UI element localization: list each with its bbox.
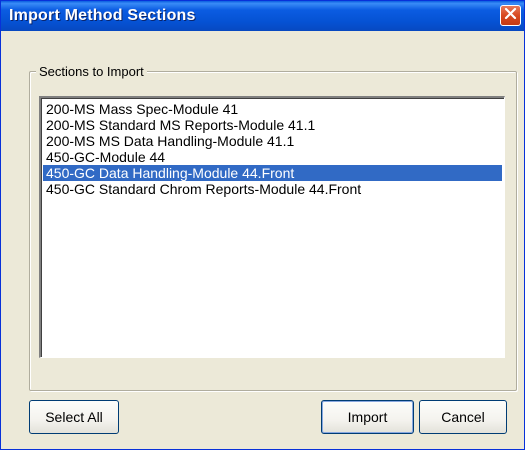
groupbox-legend: Sections to Import — [36, 64, 147, 79]
cancel-button[interactable]: Cancel — [419, 400, 507, 434]
import-button[interactable]: Import — [321, 400, 414, 434]
list-item[interactable]: 200-MS MS Data Handling-Module 41.1 — [43, 133, 502, 149]
select-all-button[interactable]: Select All — [29, 400, 119, 434]
list-item[interactable]: 450-GC-Module 44 — [43, 149, 502, 165]
list-item-selected[interactable]: 450-GC Data Handling-Module 44.Front — [43, 165, 502, 181]
close-button[interactable] — [500, 5, 521, 26]
import-method-sections-dialog: Import Method Sections Sections to Impor… — [0, 0, 525, 450]
list-item[interactable]: 200-MS Standard MS Reports-Module 41.1 — [43, 117, 502, 133]
window-title: Import Method Sections — [9, 7, 196, 24]
list-item[interactable]: 450-GC Standard Chrom Reports-Module 44.… — [43, 181, 502, 197]
list-item[interactable]: 200-MS Mass Spec-Module 41 — [43, 101, 502, 117]
title-bar[interactable]: Import Method Sections — [1, 1, 524, 31]
sections-listbox[interactable]: 200-MS Mass Spec-Module 41 200-MS Standa… — [39, 96, 505, 358]
close-icon — [504, 7, 517, 25]
